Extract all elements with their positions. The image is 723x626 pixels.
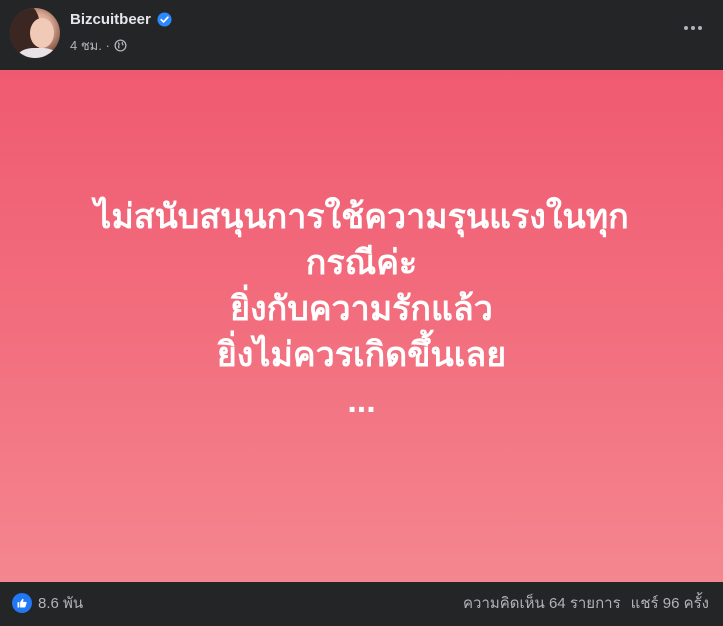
more-options-button[interactable] — [679, 14, 707, 42]
avatar-face — [30, 18, 54, 48]
shares-count-link[interactable]: แชร์ 96 ครั้ง — [631, 591, 709, 615]
post-text: ไม่สนับสนุนการใช้ความรุนแรงในทุก กรณีค่ะ… — [94, 198, 629, 420]
globe-icon — [114, 38, 127, 52]
post-header: Bizcuitbeer 4 ชม. · — [0, 0, 723, 70]
post-meta: 4 ชม. · — [70, 36, 127, 54]
author-name[interactable]: Bizcuitbeer — [70, 11, 151, 28]
text-post-background: ไม่สนับสนุนการใช้ความรุนแรงในทุก กรณีค่ะ… — [0, 70, 723, 582]
comments-count-link[interactable]: ความคิดเห็น 64 รายการ — [463, 591, 621, 615]
post-stats: ความคิดเห็น 64 รายการ แชร์ 96 ครั้ง — [463, 592, 709, 614]
ellipsis-icon — [684, 26, 702, 30]
avatar[interactable] — [10, 8, 60, 58]
reaction-count: 8.6 พัน — [38, 595, 84, 612]
author-row: Bizcuitbeer — [70, 9, 172, 29]
reactions-summary[interactable]: 8.6 พัน — [12, 592, 83, 614]
verified-badge-icon — [157, 11, 172, 27]
like-icon — [12, 593, 32, 613]
post-time[interactable]: 4 ชม. · — [70, 35, 110, 56]
facebook-post: Bizcuitbeer 4 ชม. · ไม่สนับสนุนการใช้ควา… — [0, 0, 723, 626]
post-footer: 8.6 พัน ความคิดเห็น 64 รายการ แชร์ 96 คร… — [0, 582, 723, 626]
avatar-shirt — [18, 48, 58, 58]
